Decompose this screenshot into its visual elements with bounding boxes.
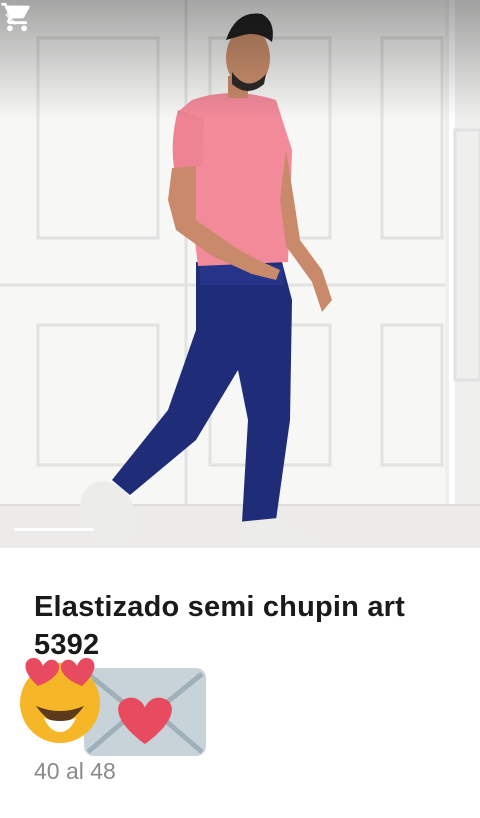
- product-image-gallery[interactable]: [0, 0, 480, 548]
- size-range: 40 al 48: [34, 758, 116, 784]
- gallery-pagination: [14, 528, 94, 531]
- emoji-heart-eyes-and-love-letter: [20, 658, 206, 756]
- image-top-gradient: [0, 0, 480, 120]
- gallery-dot-active[interactable]: [14, 528, 94, 531]
- product-title: Elastizado semi chupin art 5392: [34, 591, 406, 661]
- product-info: Elastizado semi chupin art 5392 40 al 48: [0, 548, 480, 818]
- shopping-cart-icon[interactable]: [0, 0, 34, 34]
